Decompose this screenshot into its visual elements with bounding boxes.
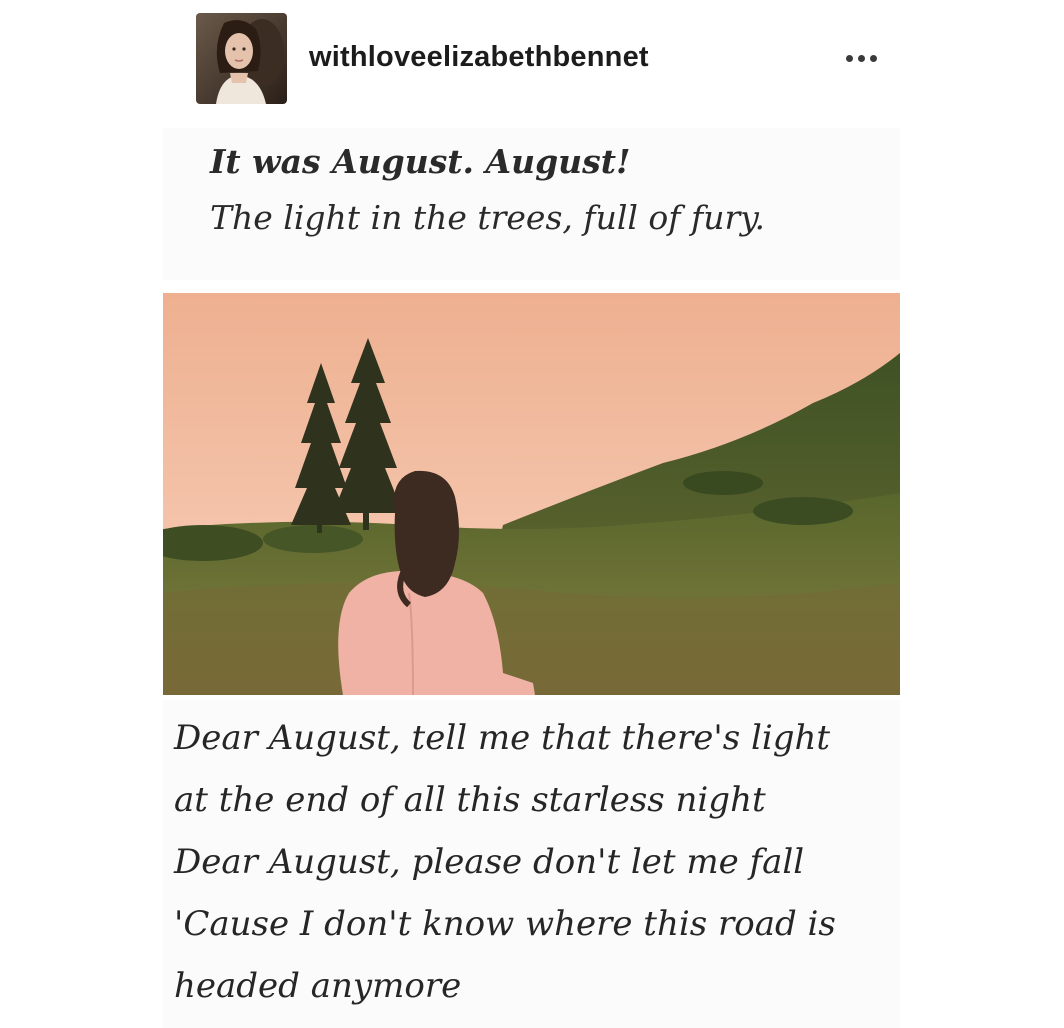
lyric-line-5: headed anymore: [174, 966, 462, 1006]
landscape-photo: [163, 293, 900, 695]
username[interactable]: withloveelizabethbennet: [309, 41, 649, 74]
quote-card: It was August. August! The light in the …: [163, 128, 900, 280]
post-header: withloveelizabethbennet: [196, 13, 896, 105]
quote-line-1: It was August. August!: [210, 142, 631, 181]
more-options-button[interactable]: [836, 41, 886, 75]
lyric-line-2: at the end of all this starless night: [174, 780, 766, 820]
lyric-line-1: Dear August, tell me that there's light: [174, 718, 831, 758]
more-horizontal-icon: [869, 54, 877, 62]
more-horizontal-icon: [857, 54, 865, 62]
lyric-line-4: 'Cause I don't know where this road is: [174, 904, 836, 944]
more-horizontal-icon: [845, 54, 853, 62]
lyrics-card: Dear August, tell me that there's light …: [163, 700, 900, 1028]
avatar[interactable]: [196, 13, 287, 104]
lyric-line-3: Dear August, please don't let me fall: [174, 842, 805, 882]
quote-line-2: The light in the trees, full of fury.: [210, 198, 765, 237]
avatar-image: [196, 13, 287, 104]
post-photo: [163, 293, 900, 695]
post: withloveelizabethbennet It was August. A…: [0, 0, 1064, 1028]
